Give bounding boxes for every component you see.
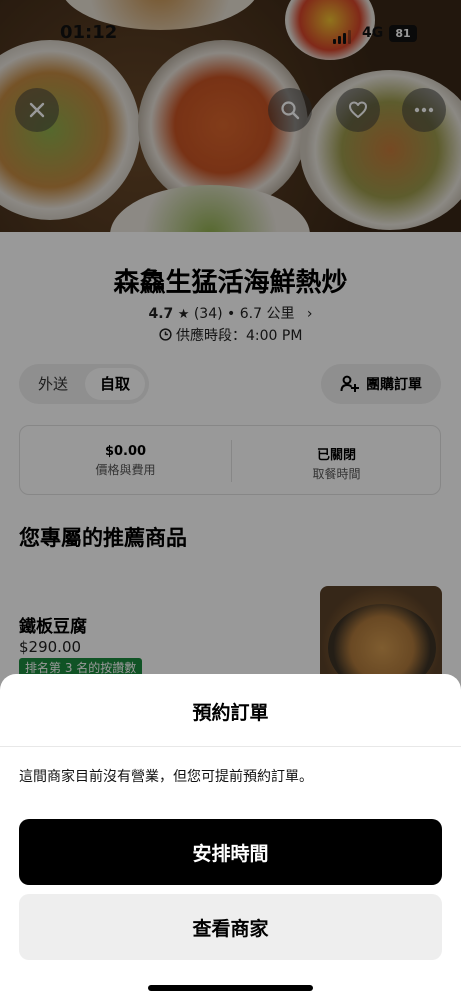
sheet-message: 這間商家目前沒有營業，但您可提前預約訂單。: [19, 769, 313, 785]
sheet-divider: [0, 746, 461, 747]
sheet-title: 預約訂單: [192, 702, 269, 724]
schedule-time-button[interactable]: 安排時間: [19, 819, 442, 885]
view-store-button[interactable]: 查看商家: [19, 894, 442, 960]
home-indicator[interactable]: [148, 985, 313, 991]
bottom-sheet: 預約訂單 這間商家目前沒有營業，但您可提前預約訂單。 安排時間 查看商家: [0, 674, 461, 1000]
